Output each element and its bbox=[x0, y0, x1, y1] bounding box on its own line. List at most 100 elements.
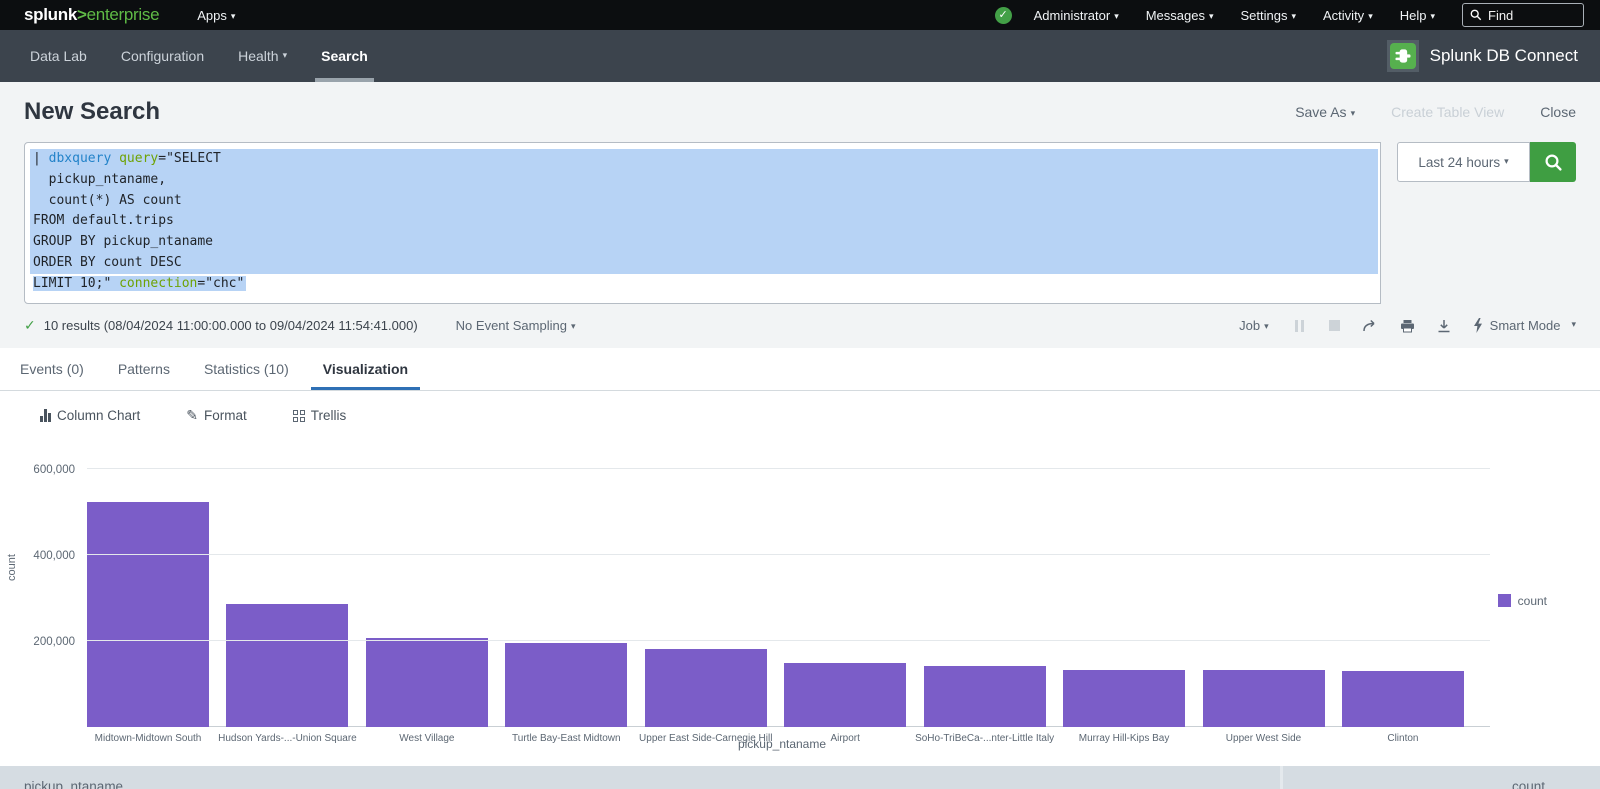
bar-0[interactable] bbox=[87, 502, 209, 727]
download-icon[interactable] bbox=[1437, 319, 1451, 333]
menu-help[interactable]: Help▾ bbox=[1400, 8, 1435, 23]
bar-7[interactable] bbox=[1063, 670, 1185, 727]
app-nav-bar: Data Lab Configuration Health▾ Search Sp… bbox=[0, 30, 1600, 82]
query-line-0: | dbxquery query="SELECT bbox=[30, 149, 1378, 170]
menu-messages[interactable]: Messages▾ bbox=[1146, 8, 1214, 23]
chevron-down-icon: ▾ bbox=[1368, 11, 1373, 22]
bar-slot: Clinton bbox=[1342, 456, 1464, 727]
bar-slot: SoHo-TriBeCa-...nter-Little Italy bbox=[924, 456, 1046, 727]
chevron-down-icon: ▾ bbox=[1504, 156, 1509, 167]
bar-8[interactable] bbox=[1203, 670, 1325, 726]
bar-4[interactable] bbox=[645, 649, 767, 727]
legend-label: count bbox=[1518, 594, 1547, 608]
bar-slot: Upper West Side bbox=[1203, 456, 1325, 727]
column-chart-icon bbox=[40, 409, 51, 422]
save-as-button[interactable]: Save As▾ bbox=[1295, 104, 1355, 120]
search-icon bbox=[1544, 153, 1563, 172]
tab-patterns[interactable]: Patterns bbox=[106, 348, 182, 390]
y-axis: 200,000 400,000 600,000 bbox=[0, 456, 75, 727]
y-tick-label: 400,000 bbox=[33, 550, 75, 562]
tab-statistics[interactable]: Statistics (10) bbox=[192, 348, 301, 390]
gridline bbox=[87, 468, 1490, 469]
create-table-view-button[interactable]: Create Table View bbox=[1391, 104, 1504, 120]
close-button[interactable]: Close bbox=[1540, 104, 1576, 120]
bars: Midtown-Midtown SouthHudson Yards-...-Un… bbox=[87, 456, 1464, 727]
chevron-down-icon: ▾ bbox=[1430, 11, 1435, 22]
app-identity: Splunk DB Connect bbox=[1387, 30, 1578, 82]
time-range-picker[interactable]: Last 24 hours▾ bbox=[1397, 142, 1530, 182]
chevron-down-icon: ▾ bbox=[1571, 319, 1576, 330]
logo-gt: > bbox=[77, 5, 87, 24]
nav-item-search[interactable]: Search bbox=[315, 30, 374, 82]
column-chart: count 200,000 400,000 600,000 Midtown-Midt… bbox=[0, 441, 1600, 756]
search-mode-menu[interactable]: Smart Mode▾ bbox=[1473, 318, 1576, 333]
page-header: New Search Save As▾ Create Table View Cl… bbox=[0, 82, 1600, 142]
query-line-6: LIMIT 10;" connection="chc" bbox=[30, 274, 1378, 295]
bar-3[interactable] bbox=[505, 643, 627, 726]
nav-item-data-lab[interactable]: Data Lab bbox=[24, 30, 93, 82]
bolt-icon bbox=[1473, 318, 1483, 333]
logo-product: enterprise bbox=[87, 5, 160, 24]
bar-slot: Turtle Bay-East Midtown bbox=[505, 456, 627, 727]
tab-events[interactable]: Events (0) bbox=[8, 348, 96, 390]
top-bar: splunk>enterprise Apps▾ ✓ Administrator▾… bbox=[0, 0, 1600, 30]
gridline bbox=[87, 554, 1490, 555]
bar-slot: Upper East Side-Carnegie Hill bbox=[645, 456, 767, 727]
search-query-editor[interactable]: | dbxquery query="SELECT pickup_ntaname,… bbox=[24, 142, 1381, 304]
logo-brand: splunk bbox=[24, 5, 77, 24]
event-sampling-menu[interactable]: No Event Sampling▾ bbox=[456, 318, 576, 333]
pause-icon[interactable] bbox=[1295, 320, 1307, 332]
run-search-button[interactable] bbox=[1530, 142, 1576, 182]
chevron-down-icon: ▾ bbox=[1209, 11, 1214, 22]
db-connect-plug-icon bbox=[1390, 43, 1416, 69]
bar-1[interactable] bbox=[226, 604, 348, 726]
chevron-down-icon: ▾ bbox=[1264, 321, 1269, 332]
chevron-down-icon: ▾ bbox=[1114, 11, 1119, 22]
visualization-toolbar: Column Chart ✎ Format Trellis bbox=[0, 391, 1600, 441]
query-line-3: FROM default.trips bbox=[30, 211, 1378, 232]
trellis-grid-icon bbox=[293, 410, 305, 422]
results-tabs: Events (0) Patterns Statistics (10) Visu… bbox=[0, 348, 1600, 391]
search-bar-row: | dbxquery query="SELECT pickup_ntaname,… bbox=[0, 142, 1600, 304]
bar-5[interactable] bbox=[784, 663, 906, 726]
find-input[interactable] bbox=[1488, 8, 1568, 23]
chevron-down-icon: ▾ bbox=[571, 321, 576, 332]
y-tick-label: 600,000 bbox=[33, 464, 75, 476]
stop-icon[interactable] bbox=[1329, 320, 1340, 331]
bar-2[interactable] bbox=[366, 638, 488, 726]
app-title: Splunk DB Connect bbox=[1430, 46, 1578, 66]
print-icon[interactable] bbox=[1400, 319, 1415, 333]
menu-administrator[interactable]: Administrator▾ bbox=[1034, 8, 1119, 23]
db-connect-icon-tile bbox=[1387, 40, 1419, 72]
job-menu[interactable]: Job▾ bbox=[1239, 318, 1269, 333]
find-search-box[interactable] bbox=[1462, 3, 1584, 27]
bar-9[interactable] bbox=[1342, 671, 1464, 726]
query-line-4: GROUP BY pickup_ntaname bbox=[30, 232, 1378, 253]
tab-visualization[interactable]: Visualization bbox=[311, 348, 420, 390]
trellis-button[interactable]: Trellis bbox=[293, 408, 347, 423]
chevron-down-icon: ▾ bbox=[1351, 108, 1356, 119]
chart-legend[interactable]: count bbox=[1498, 594, 1547, 608]
results-info-bar: ✓ 10 results (08/04/2024 11:00:00.000 to… bbox=[0, 304, 1600, 348]
health-status-check-icon[interactable]: ✓ bbox=[995, 7, 1012, 24]
results-summary: 10 results (08/04/2024 11:00:00.000 to 0… bbox=[44, 318, 418, 333]
chevron-down-icon: ▾ bbox=[283, 50, 288, 61]
apps-menu[interactable]: Apps▾ bbox=[197, 8, 235, 23]
bar-6[interactable] bbox=[924, 666, 1046, 726]
legend-swatch bbox=[1498, 594, 1511, 607]
share-icon[interactable] bbox=[1362, 319, 1378, 333]
column-header-pickup-ntaname[interactable]: pickup_ntaname bbox=[0, 766, 1280, 789]
query-line-5: ORDER BY count DESC bbox=[30, 253, 1378, 274]
menu-settings[interactable]: Settings▾ bbox=[1241, 8, 1297, 23]
query-line-2: count(*) AS count bbox=[30, 191, 1378, 212]
nav-item-configuration[interactable]: Configuration bbox=[115, 30, 210, 82]
statistics-table-header: pickup_ntaname count bbox=[0, 766, 1600, 789]
menu-activity[interactable]: Activity▾ bbox=[1323, 8, 1373, 23]
format-button[interactable]: ✎ Format bbox=[186, 407, 247, 424]
y-tick-label: 200,000 bbox=[33, 636, 75, 648]
chart-type-picker[interactable]: Column Chart bbox=[40, 408, 140, 423]
pencil-icon: ✎ bbox=[186, 407, 198, 424]
column-header-count[interactable]: count bbox=[1283, 766, 1600, 789]
nav-item-health[interactable]: Health▾ bbox=[232, 30, 293, 82]
splunk-logo[interactable]: splunk>enterprise bbox=[24, 5, 159, 25]
